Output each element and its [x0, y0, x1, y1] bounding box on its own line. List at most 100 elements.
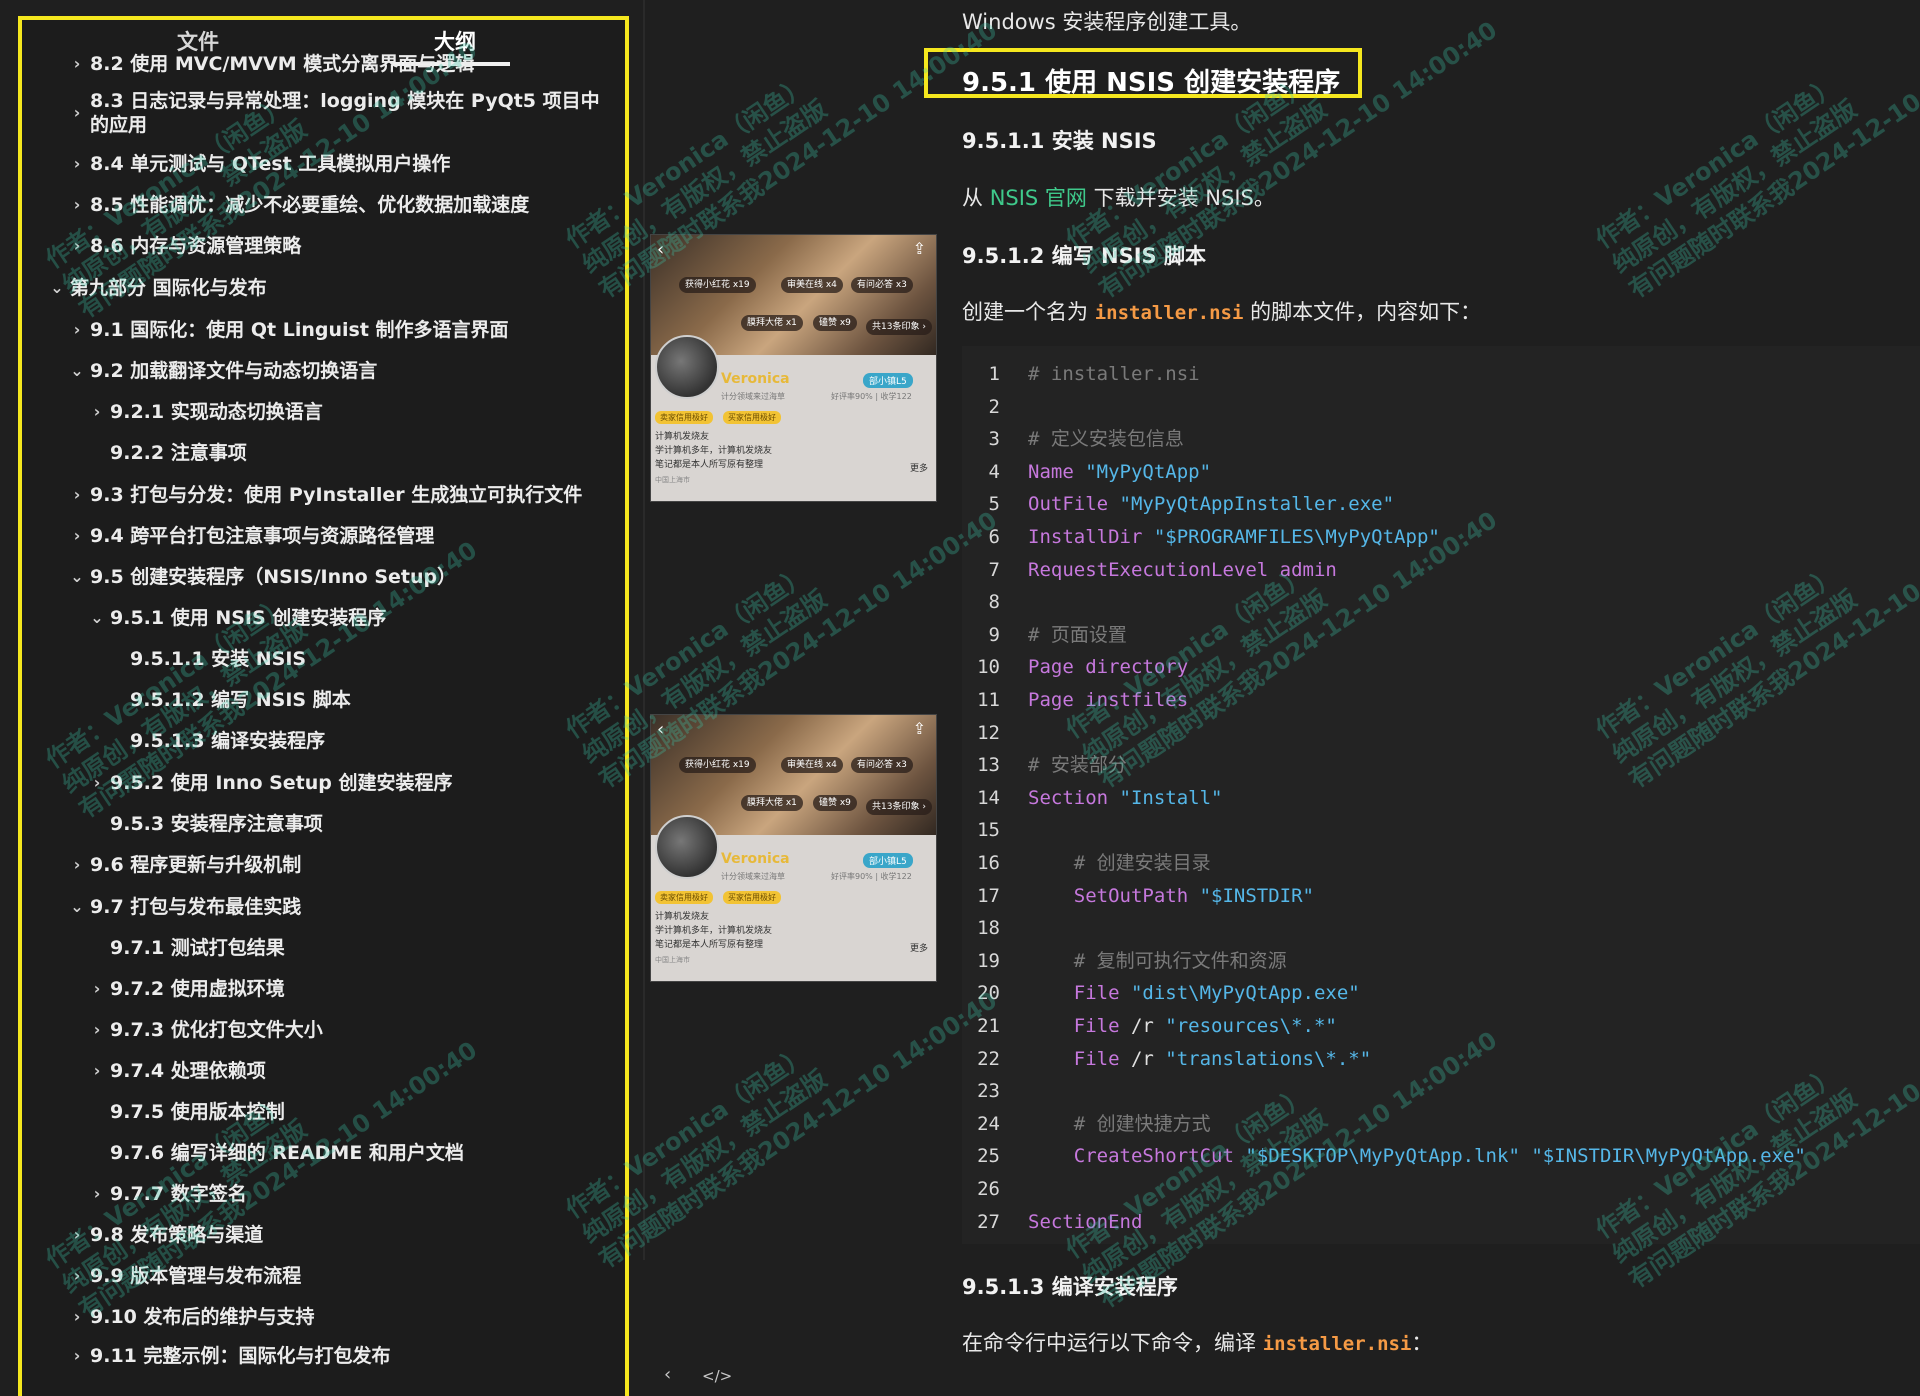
- outline-item[interactable]: › 9.4 跨平台打包注意事项与资源路径管理: [22, 524, 625, 550]
- outline-item-label: 9.5.1.2 编写 NSIS 脚本: [130, 689, 351, 711]
- chevron-right-icon[interactable]: ›: [90, 771, 104, 795]
- chevron-right-icon[interactable]: ›: [70, 318, 84, 342]
- impression-badge: 磕赞 x9: [813, 315, 857, 331]
- outline-item[interactable]: ⌄ 9.5.1 使用 NSIS 创建安装程序: [22, 606, 625, 632]
- code-text: Name "MyPyQtApp": [1028, 456, 1211, 488]
- profile-card-image: ‹ ⇪ 获得小红花 x19 审美在线 x4 有问必答 x3 膜拜大佬 x1 磕赞 x9 共13…: [650, 714, 937, 982]
- code-token: OutFile: [1028, 493, 1120, 516]
- outline-item[interactable]: › 9.7.4 处理依赖项: [22, 1059, 625, 1085]
- bio-line: 计算机发烧友: [655, 432, 710, 442]
- outline-item[interactable]: › 8.4 单元测试与 QTest 工具模拟用户操作: [22, 152, 625, 178]
- chevron-right-icon[interactable]: ›: [70, 853, 84, 877]
- code-text: File "dist\MyPyQtApp.exe": [1028, 977, 1360, 1009]
- outline-item[interactable]: › 9.11 完整示例：国际化与打包发布: [22, 1344, 625, 1370]
- code-block[interactable]: 1 # installer.nsi 2 3 # 定义安装包信息 4 Name "MyPyQt…: [962, 346, 1920, 1244]
- chevron-down-icon[interactable]: ⌄: [70, 359, 84, 383]
- line-number: 9: [988, 623, 1000, 646]
- chevron-right-icon[interactable]: ›: [70, 524, 84, 548]
- line-number: 10: [977, 656, 1000, 679]
- outline-item[interactable]: › 9.3 打包与分发：使用 PyInstaller 生成独立可执行文件: [22, 483, 625, 509]
- chevron-right-icon[interactable]: ›: [70, 193, 84, 217]
- code-token: SetOutPath: [1028, 884, 1200, 907]
- bio-line: 笔记都是本人所写原有整理: [655, 940, 764, 950]
- outline-item-label: 9.5.1.1 安装 NSIS: [130, 648, 307, 670]
- outline-item[interactable]: 9.5.1.2 编写 NSIS 脚本: [22, 688, 625, 714]
- heading-9-5-1-3: 9.5.1.3 编译安装程序: [962, 1275, 1178, 1299]
- outline-item-label: 9.5 创建安装程序（NSIS/Inno Setup）: [90, 566, 457, 588]
- outline-item[interactable]: ⌄ 第九部分 国际化与发布: [22, 276, 625, 302]
- paragraph-text: 在命令行中运行以下命令，编译: [962, 1331, 1263, 1355]
- outline-item[interactable]: › 8.2 使用 MVC/MVVM 模式分离界面与逻辑: [22, 52, 625, 78]
- outline-item[interactable]: › 8.5 性能调优：减少不必要重绘、优化数据加载速度: [22, 193, 625, 219]
- credit-tag: 买家信用极好: [723, 891, 781, 904]
- line-number: 27: [977, 1210, 1000, 1233]
- chevron-down-icon[interactable]: ⌄: [70, 565, 84, 589]
- outline-item-label: 9.7 打包与发布最佳实践: [90, 896, 302, 918]
- bio-line: 学计算机多年，计算机发烧友: [655, 926, 773, 936]
- chevron-right-icon[interactable]: ›: [90, 400, 104, 424]
- chevron-down-icon[interactable]: ⌄: [70, 895, 84, 919]
- chevron-right-icon[interactable]: ›: [70, 1305, 84, 1329]
- outline-item[interactable]: › 8.3 日志记录与异常处理：logging 模块在 PyQt5 项目中的应用: [22, 89, 625, 141]
- outline-item[interactable]: 9.5.3 安装程序注意事项: [22, 812, 625, 838]
- outline-item[interactable]: › 9.9 版本管理与发布流程: [22, 1264, 625, 1290]
- outline-item[interactable]: › 9.7.2 使用虚拟环境: [22, 977, 625, 1003]
- chevron-right-icon[interactable]: ›: [70, 1223, 84, 1247]
- chevron-down-icon[interactable]: ⌄: [50, 276, 64, 300]
- chevron-down-icon[interactable]: ⌄: [90, 606, 104, 630]
- panel-divider[interactable]: [643, 0, 645, 1260]
- outline-item[interactable]: ⌄ 9.2 加载翻译文件与动态切换语言: [22, 359, 625, 385]
- chevron-right-icon[interactable]: ›: [90, 1059, 104, 1083]
- outline-item[interactable]: › 9.1 国际化：使用 Qt Linguist 制作多语言界面: [22, 318, 625, 344]
- code-text: File /r "translations\*.*": [1028, 1043, 1371, 1075]
- code-token: /r: [1130, 1047, 1166, 1070]
- chevron-left-icon: ‹: [657, 239, 665, 260]
- outline-item-label: 8.4 单元测试与 QTest 工具模拟用户操作: [90, 153, 451, 175]
- outline-item[interactable]: › 9.2.1 实现动态切换语言: [22, 400, 625, 426]
- rating-text: 好评率90% | 收学122: [831, 392, 912, 401]
- outline-item[interactable]: › 9.7.7 数字签名: [22, 1182, 625, 1208]
- watermark-line: 纯原创，有版权，禁止盗版: [577, 1064, 832, 1249]
- chevron-right-icon[interactable]: ›: [70, 234, 84, 258]
- outline-item-label: 第九部分 国际化与发布: [70, 277, 267, 299]
- outline-item[interactable]: 9.5.1.1 安装 NSIS: [22, 647, 625, 673]
- code-token: Name: [1028, 460, 1086, 483]
- outline-item[interactable]: › 9.10 发布后的维护与支持: [22, 1305, 625, 1331]
- line-number: 22: [977, 1047, 1000, 1070]
- chevron-right-icon[interactable]: ›: [70, 1344, 84, 1368]
- outline-item[interactable]: ⌄ 9.7 打包与发布最佳实践: [22, 895, 625, 921]
- outline-item[interactable]: 9.5.1.3 编译安装程序: [22, 729, 625, 755]
- chevron-right-icon[interactable]: ›: [70, 1264, 84, 1288]
- outline-item[interactable]: 9.7.6 编写详细的 README 和用户文档: [22, 1141, 625, 1167]
- code-text: # 创建安装目录: [1028, 847, 1211, 879]
- chevron-right-icon[interactable]: ›: [70, 101, 84, 125]
- chevron-right-icon[interactable]: ›: [90, 977, 104, 1001]
- outline-item[interactable]: 9.2.2 注意事项: [22, 441, 625, 467]
- chevron-right-icon[interactable]: ›: [70, 52, 84, 76]
- impression-badge: 获得小红花 x19: [679, 757, 756, 773]
- outline-item-label: 9.11 完整示例：国际化与打包发布: [90, 1345, 391, 1367]
- outline-item[interactable]: 9.7.1 测试打包结果: [22, 936, 625, 962]
- code-text: InstallDir "$PROGRAMFILES\MyPyQtApp": [1028, 521, 1440, 553]
- chevron-right-icon[interactable]: ›: [90, 1018, 104, 1042]
- line-number: 8: [988, 591, 1000, 614]
- outline-item[interactable]: ⌄ 9.5 创建安装程序（NSIS/Inno Setup）: [22, 565, 625, 591]
- code-token: # installer.nsi: [1028, 363, 1200, 385]
- code-view-icon[interactable]: </>: [702, 1367, 732, 1385]
- outline-item[interactable]: › 9.6 程序更新与升级机制: [22, 853, 625, 879]
- outline-item[interactable]: › 8.6 内存与资源管理策略: [22, 234, 625, 260]
- location-text: 中国上海市: [655, 476, 690, 484]
- back-icon[interactable]: ‹: [664, 1364, 671, 1385]
- outline-item-label: 9.2 加载翻译文件与动态切换语言: [90, 360, 378, 382]
- outline-item[interactable]: › 9.7.3 优化打包文件大小: [22, 1018, 625, 1044]
- chevron-right-icon[interactable]: ›: [70, 483, 84, 507]
- rating-text: 好评率90% | 收学122: [831, 872, 912, 881]
- chevron-right-icon[interactable]: ›: [90, 1182, 104, 1206]
- outline-item[interactable]: 9.7.5 使用版本控制: [22, 1100, 625, 1126]
- outline-item[interactable]: › 9.8 发布策略与渠道: [22, 1223, 625, 1249]
- nsis-website-link[interactable]: NSIS 官网: [990, 186, 1087, 210]
- impression-badge: 共13条印象 ›: [866, 799, 932, 815]
- code-token: "$INSTDIR": [1199, 884, 1314, 907]
- outline-item[interactable]: › 9.5.2 使用 Inno Setup 创建安装程序: [22, 771, 625, 797]
- chevron-right-icon[interactable]: ›: [70, 152, 84, 176]
